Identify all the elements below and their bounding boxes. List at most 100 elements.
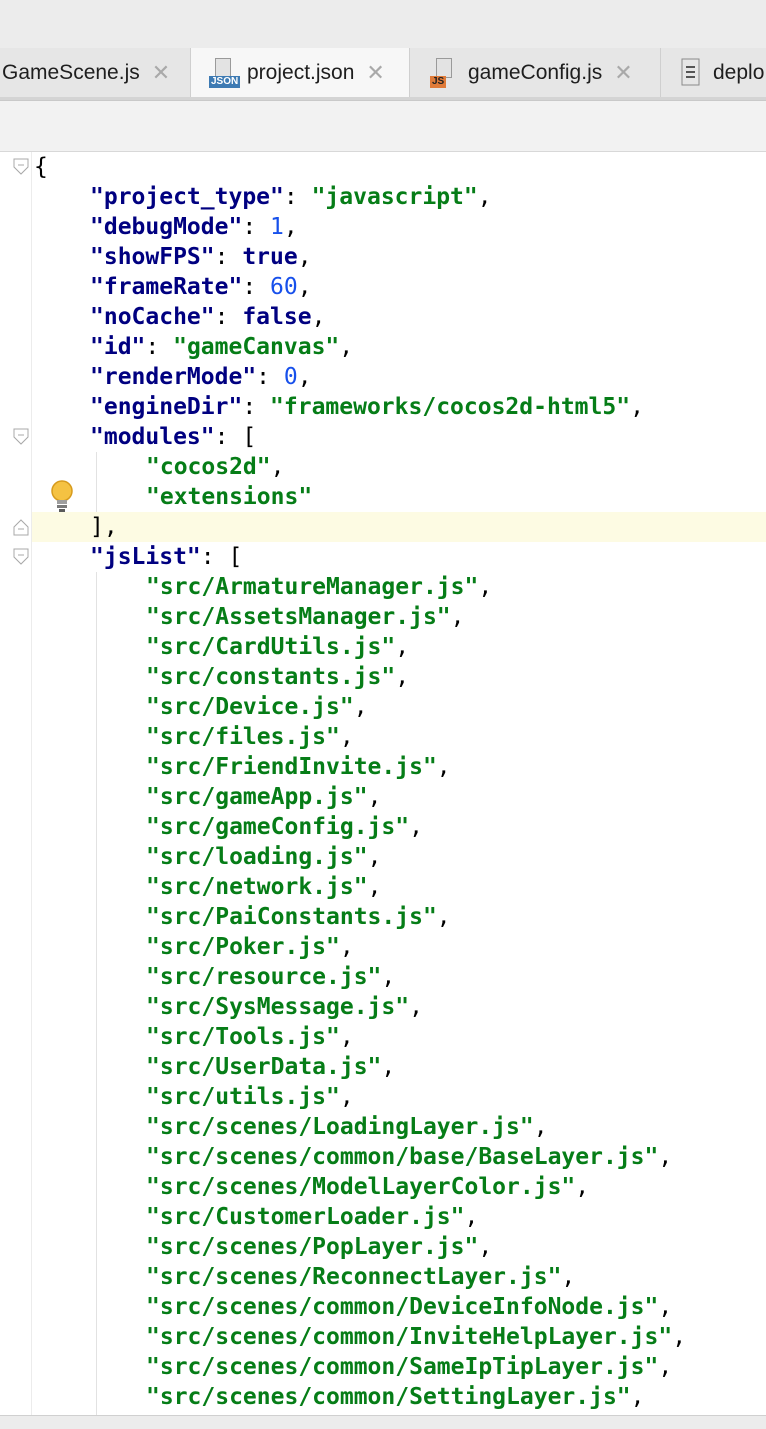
fold-close-icon[interactable] bbox=[13, 518, 29, 536]
indent-guide bbox=[96, 572, 97, 1415]
tab-label: deplo bbox=[713, 60, 765, 84]
code-line: "src/CustomerLoader.js", bbox=[146, 1204, 479, 1230]
code-line: "src/scenes/common/base/BaseLayer.js", bbox=[146, 1144, 673, 1170]
tab-deploy[interactable]: deplo bbox=[661, 48, 766, 97]
code-line: "src/loading.js", bbox=[146, 844, 382, 870]
code-line: "src/Poker.js", bbox=[146, 934, 354, 960]
code-line: "src/scenes/common/SettingLayer.js", bbox=[146, 1384, 645, 1410]
json-key: "debugMode" bbox=[90, 214, 243, 240]
code-line: "debugMode": 1, bbox=[90, 214, 298, 240]
tab-project-json[interactable]: JSON project.json ✕ bbox=[191, 48, 410, 97]
code-line: "src/AssetsManager.js", bbox=[146, 604, 465, 630]
json-key: "noCache" bbox=[90, 304, 215, 330]
json-boolean: false bbox=[242, 304, 312, 330]
bracket: ], bbox=[90, 514, 118, 540]
json-string: "src/scenes/common/SettingLayer.js" bbox=[146, 1384, 631, 1410]
json-string: "src/scenes/ReconnectLayer.js" bbox=[146, 1264, 562, 1290]
bracket: [ bbox=[228, 544, 243, 570]
code-line: "src/ArmatureManager.js", bbox=[146, 574, 493, 600]
code-line: "src/scenes/common/InviteHelpLayer.js", bbox=[146, 1324, 687, 1350]
json-string: "javascript" bbox=[311, 184, 478, 210]
json-string: "src/CustomerLoader.js" bbox=[146, 1204, 465, 1230]
tab-label: GameScene.js bbox=[2, 60, 140, 84]
code-line: "src/scenes/LoadingLayer.js", bbox=[146, 1114, 548, 1140]
window-title-area bbox=[0, 0, 766, 48]
bracket: [ bbox=[242, 424, 257, 450]
tab-label: gameConfig.js bbox=[468, 60, 603, 84]
code-line: "id": "gameCanvas", bbox=[90, 334, 354, 360]
json-number: 1 bbox=[270, 214, 284, 240]
code-line: "src/SysMessage.js", bbox=[146, 994, 423, 1020]
code-line: { bbox=[34, 152, 48, 182]
close-icon[interactable]: ✕ bbox=[152, 60, 170, 86]
code-line: "src/Tools.js", bbox=[146, 1024, 354, 1050]
json-string: "src/scenes/common/DeviceInfoNode.js" bbox=[146, 1294, 659, 1320]
code-line: "extensions" bbox=[146, 482, 312, 512]
brace: { bbox=[34, 154, 48, 180]
tab-gameconfig[interactable]: JS gameConfig.js ✕ bbox=[410, 48, 661, 97]
lightbulb-icon[interactable] bbox=[50, 480, 74, 514]
editor-breadcrumb-strip bbox=[0, 101, 766, 152]
gutter-separator bbox=[31, 152, 32, 1415]
json-string: "src/gameConfig.js" bbox=[146, 814, 410, 840]
code-line: ], bbox=[90, 512, 118, 542]
code-line: "src/scenes/ReconnectLayer.js", bbox=[146, 1264, 576, 1290]
json-string: "gameCanvas" bbox=[173, 334, 340, 360]
fold-open-icon[interactable] bbox=[13, 548, 29, 566]
json-boolean: true bbox=[242, 244, 298, 270]
json-number: 60 bbox=[270, 274, 298, 300]
json-string: "src/ArmatureManager.js" bbox=[146, 574, 479, 600]
json-key: "showFPS" bbox=[90, 244, 215, 270]
json-string: "src/gameApp.js" bbox=[146, 784, 368, 810]
code-line: "src/CardUtils.js", bbox=[146, 634, 410, 660]
json-string: "frameworks/cocos2d-html5" bbox=[270, 394, 631, 420]
json-string: "src/Poker.js" bbox=[146, 934, 340, 960]
code-line: "project_type": "javascript", bbox=[90, 184, 492, 210]
json-string: "src/Tools.js" bbox=[146, 1024, 340, 1050]
code-line: "src/network.js", bbox=[146, 874, 382, 900]
json-string: "src/scenes/PopLayer.js" bbox=[146, 1234, 479, 1260]
tab-gamescene[interactable]: GameScene.js ✕ bbox=[0, 48, 191, 97]
code-line: "src/scenes/common/DeviceInfoNode.js", bbox=[146, 1294, 673, 1320]
code-line: "src/scenes/common/SameIpTipLayer.js", bbox=[146, 1354, 673, 1380]
indent-guide bbox=[96, 452, 97, 512]
json-string: "extensions" bbox=[146, 484, 313, 510]
json-string: "src/resource.js" bbox=[146, 964, 382, 990]
json-string: "src/loading.js" bbox=[146, 844, 368, 870]
json-string: "src/scenes/common/SameIpTipLayer.js" bbox=[146, 1354, 659, 1380]
code-line: "noCache": false, bbox=[90, 304, 326, 330]
json-string: "src/files.js" bbox=[146, 724, 340, 750]
code-line: "frameRate": 60, bbox=[90, 274, 312, 300]
code-line: "src/scenes/ModelLayerColor.js", bbox=[146, 1174, 590, 1200]
code-line: "renderMode": 0, bbox=[90, 364, 312, 390]
json-string: "src/PaiConstants.js" bbox=[146, 904, 437, 930]
code-editor[interactable]: { "project_type": "javascript", "debugMo… bbox=[0, 152, 766, 1415]
horizontal-scrollbar[interactable] bbox=[0, 1415, 766, 1429]
json-string: "src/utils.js" bbox=[146, 1084, 340, 1110]
json-number: 0 bbox=[283, 364, 298, 390]
editor-gutter bbox=[0, 152, 32, 1415]
json-string: "src/network.js" bbox=[146, 874, 368, 900]
tab-underline bbox=[0, 97, 766, 100]
js-file-icon: JS bbox=[430, 57, 460, 88]
code-line: "src/utils.js", bbox=[146, 1084, 354, 1110]
tab-label: project.json bbox=[247, 60, 355, 84]
code-line: "showFPS": true, bbox=[90, 244, 312, 270]
js-badge: JS bbox=[430, 75, 447, 88]
close-icon[interactable]: ✕ bbox=[366, 60, 384, 86]
json-string: "src/CardUtils.js" bbox=[146, 634, 396, 660]
fold-open-icon[interactable] bbox=[13, 428, 29, 446]
json-string: "cocos2d" bbox=[146, 454, 271, 480]
fold-open-icon[interactable] bbox=[13, 158, 29, 176]
json-file-icon: JSON bbox=[209, 57, 241, 88]
json-key: "jsList" bbox=[90, 544, 201, 570]
editor-tab-bar: GameScene.js ✕ JSON project.json ✕ JS ga… bbox=[0, 48, 766, 101]
code-line: "modules": [ bbox=[90, 424, 257, 450]
code-line: "src/Device.js", bbox=[146, 694, 368, 720]
json-key: "engineDir" bbox=[90, 394, 243, 420]
code-line: "src/FriendInvite.js", bbox=[146, 754, 451, 780]
json-string: "src/scenes/common/base/BaseLayer.js" bbox=[146, 1144, 659, 1170]
close-icon[interactable]: ✕ bbox=[614, 60, 632, 86]
code-line: "jsList": [ bbox=[90, 544, 243, 570]
json-string: "src/SysMessage.js" bbox=[146, 994, 410, 1020]
